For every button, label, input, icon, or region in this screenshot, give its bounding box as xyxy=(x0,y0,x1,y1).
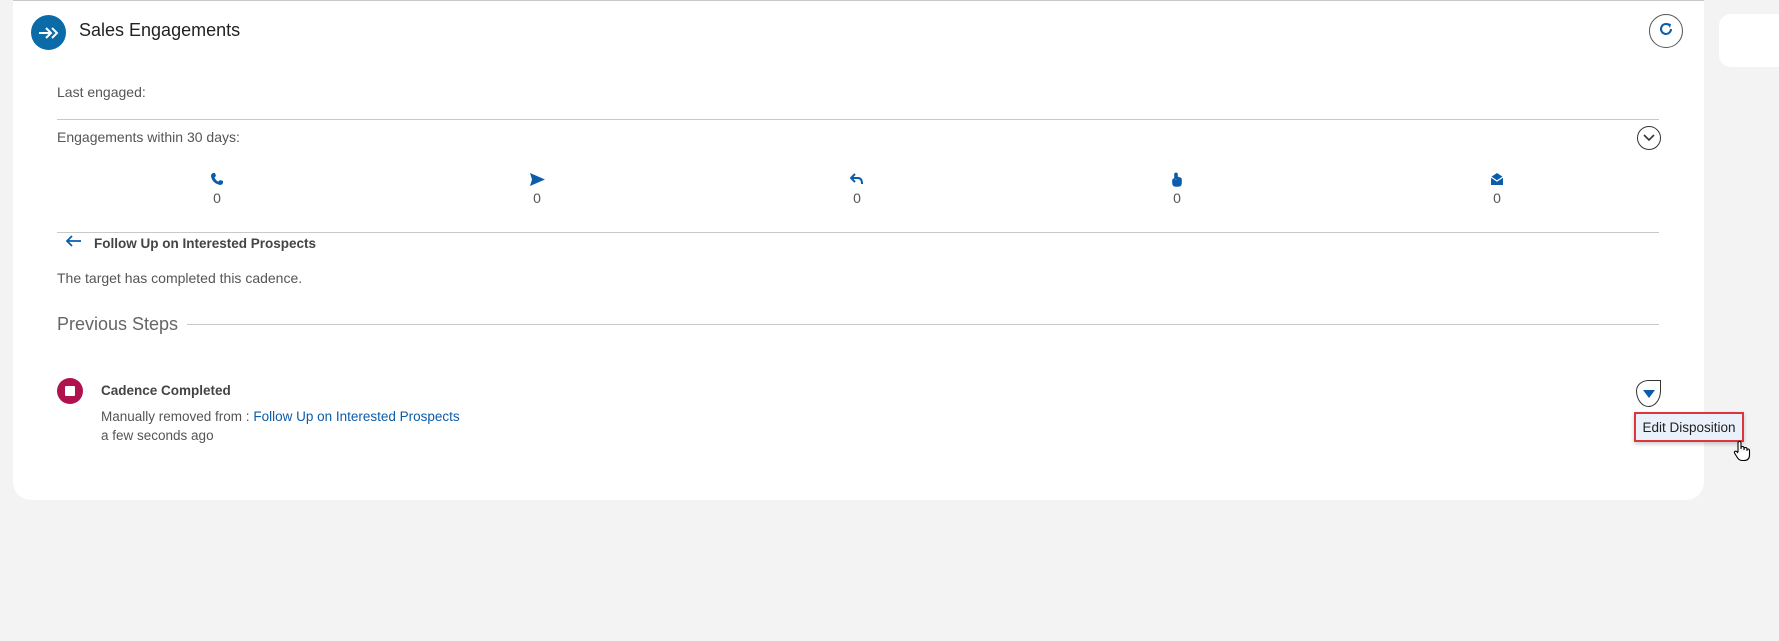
stat-count: 0 xyxy=(853,190,861,206)
stat-replies: 0 xyxy=(837,170,877,206)
divider xyxy=(187,324,1659,325)
stat-count: 0 xyxy=(213,190,221,206)
cadence-name: Follow Up on Interested Prospects xyxy=(94,235,317,251)
chevron-down-icon xyxy=(1643,129,1655,147)
click-icon xyxy=(1157,170,1197,188)
phone-icon xyxy=(197,170,237,188)
caret-down-icon xyxy=(1642,385,1655,403)
refresh-icon xyxy=(1658,21,1674,42)
send-icon xyxy=(517,170,557,188)
panel-title: Sales Engagements xyxy=(79,20,241,40)
stop-icon xyxy=(57,378,83,404)
last-engaged-label: Last engaged: xyxy=(57,84,146,100)
edit-disposition-menu-item[interactable]: Edit Disposition xyxy=(1634,412,1744,442)
stat-sent: 0 xyxy=(517,170,557,206)
stat-count: 0 xyxy=(1493,190,1501,206)
sales-engagements-card: Sales Engagements Last engaged: Engageme… xyxy=(13,0,1704,500)
stat-clicks: 0 xyxy=(1157,170,1197,206)
email-open-icon xyxy=(1477,170,1517,188)
hand-cursor-icon xyxy=(1733,440,1751,467)
step-time: a few seconds ago xyxy=(101,428,214,443)
cadence-status: The target has completed this cadence. xyxy=(57,270,303,286)
stat-count: 0 xyxy=(533,190,541,206)
reply-icon xyxy=(837,170,877,188)
refresh-button[interactable] xyxy=(1649,14,1683,48)
engagements-label: Engagements within 30 days: xyxy=(57,129,240,145)
step-detail-prefix: Manually removed from : xyxy=(101,409,250,424)
cadence-row: Follow Up on Interested Prospects xyxy=(65,234,317,252)
stat-calls: 0 xyxy=(197,170,237,206)
expand-engagements-button[interactable] xyxy=(1637,126,1661,150)
side-panel xyxy=(1719,14,1779,67)
stat-count: 0 xyxy=(1173,190,1181,206)
back-arrow-icon[interactable] xyxy=(65,234,82,252)
step-detail: Manually removed from : Follow Up on Int… xyxy=(101,409,460,424)
previous-steps-title: Previous Steps xyxy=(57,314,179,334)
divider xyxy=(57,119,1659,120)
stat-opens: 0 xyxy=(1477,170,1517,206)
double-chevron-arrow-icon xyxy=(31,15,66,50)
divider xyxy=(57,232,1659,233)
step-menu-button[interactable] xyxy=(1636,380,1661,407)
cadence-link[interactable]: Follow Up on Interested Prospects xyxy=(253,409,459,424)
step-title: Cadence Completed xyxy=(101,383,231,398)
